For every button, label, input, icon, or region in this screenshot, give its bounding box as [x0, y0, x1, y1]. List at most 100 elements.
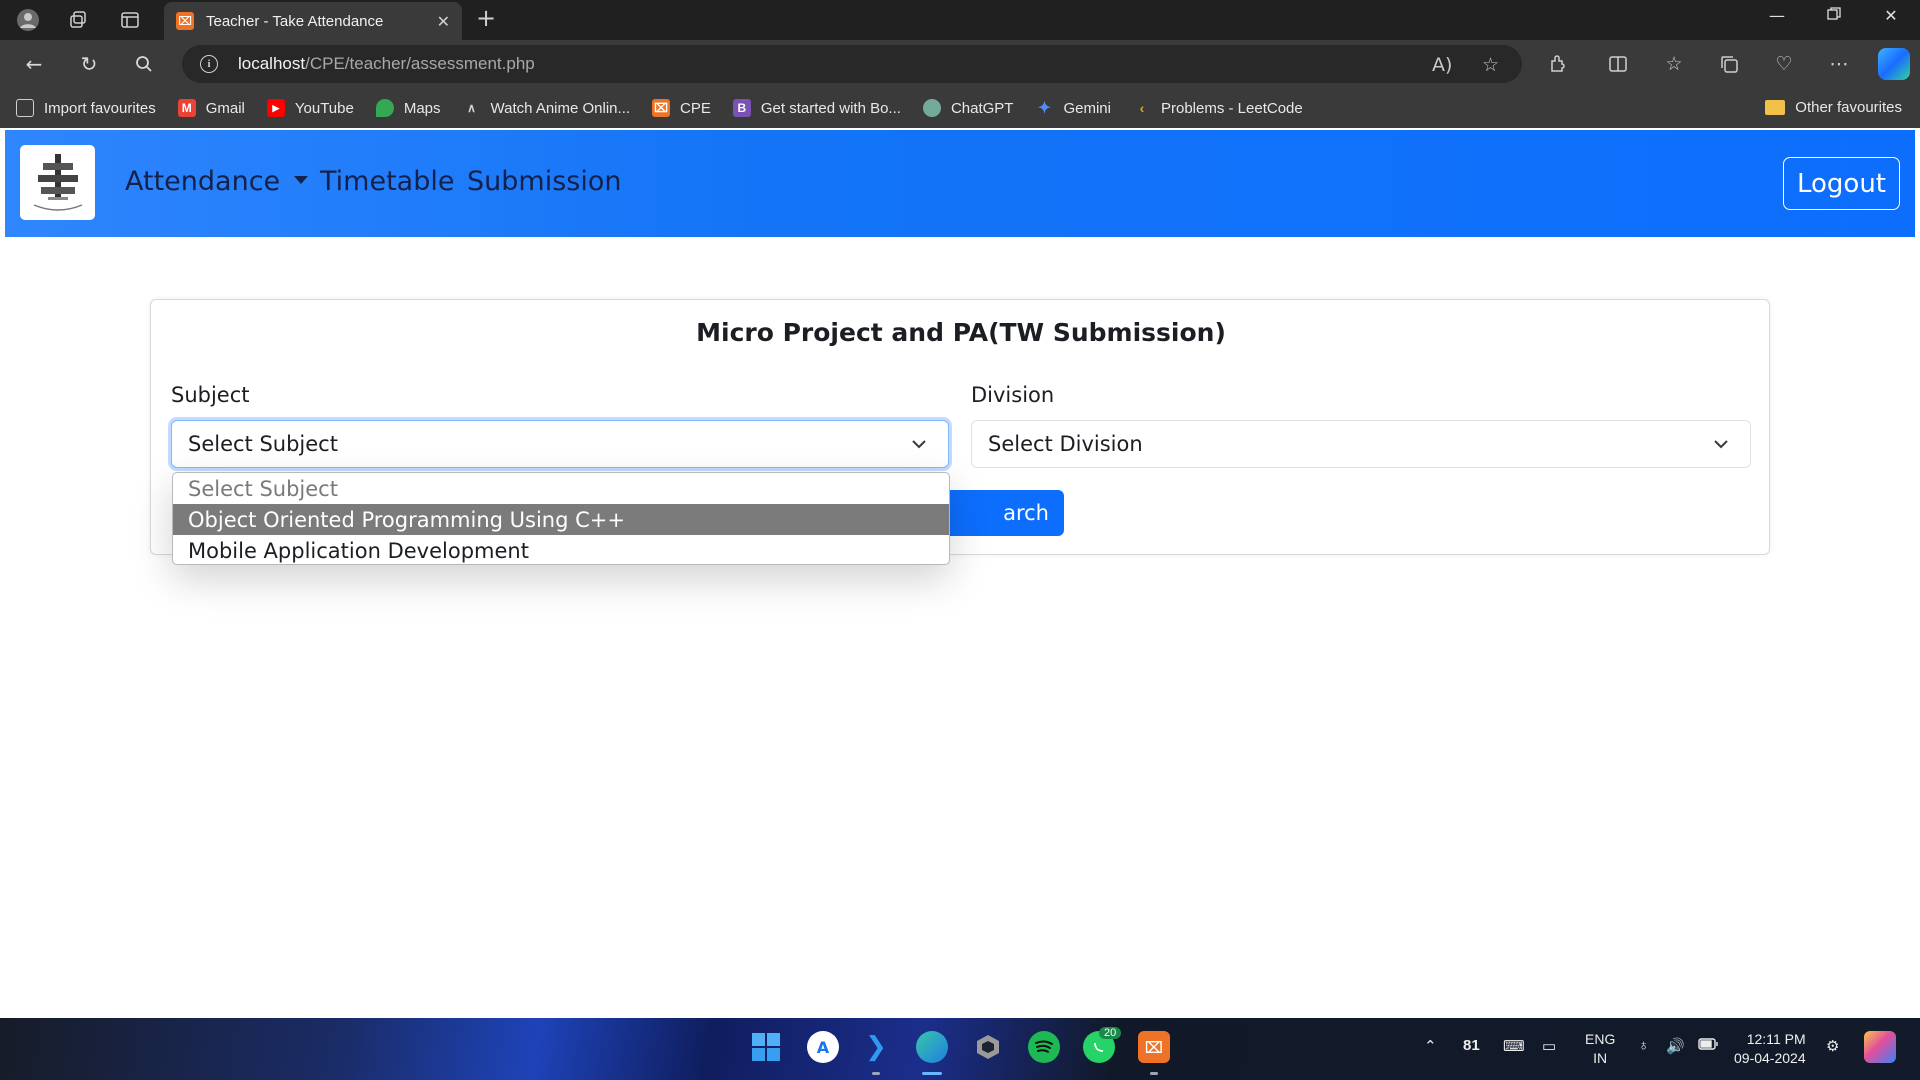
unity-icon[interactable]	[972, 1031, 1004, 1063]
app-store-icon[interactable]: A	[807, 1031, 839, 1063]
restore-icon[interactable]	[1820, 6, 1848, 25]
caret-down-icon	[294, 175, 309, 184]
clock-date: 09-04-2024	[1734, 1050, 1806, 1066]
volume-icon[interactable]: 🔊	[1666, 1037, 1685, 1055]
bookmark-cpe[interactable]: ⌧ CPE	[652, 99, 711, 117]
network-icon[interactable]: ♁	[1638, 1037, 1649, 1054]
search-button[interactable]: arch	[931, 490, 1064, 536]
tab-close-icon[interactable]: ✕	[437, 12, 450, 31]
more-menu-icon[interactable]: ⋯	[1825, 50, 1853, 78]
division-label: Division	[971, 383, 1055, 407]
subject-dropdown-list: Select Subject Object Oriented Programmi…	[172, 472, 950, 565]
bookmark-label: Gmail	[205, 99, 245, 117]
back-icon[interactable]: ←	[20, 50, 48, 78]
read-aloud-icon[interactable]: A)	[1432, 54, 1452, 76]
dropdown-option[interactable]: Select Subject	[173, 473, 949, 504]
bookmark-label: CPE	[680, 99, 711, 117]
bookmark-label: Watch Anime Onlin...	[490, 99, 631, 117]
favourite-star-icon[interactable]: ☆	[1482, 54, 1499, 76]
keyboard-icon[interactable]: ⌨	[1503, 1037, 1525, 1055]
bookmark-label: Maps	[403, 99, 441, 117]
leetcode-icon: ‹	[1139, 100, 1145, 116]
whatsapp-badge: 20	[1099, 1027, 1122, 1039]
chevron-down-icon	[912, 440, 926, 449]
windows-taskbar: A ❯ 20 ⌧ ⌃ 81 ⌨ ▭ ENG IN ♁ 🔊 12:11 PM 09…	[0, 1018, 1920, 1080]
bookmarks-bar: Import favourites M Gmail ▶ YouTube Maps ∧…	[0, 88, 1920, 128]
dropdown-option[interactable]: Mobile Application Development	[173, 535, 949, 564]
bookmark-label: Problems - LeetCode	[1160, 99, 1303, 117]
vscode-icon[interactable]: ❯	[860, 1031, 892, 1063]
division-select[interactable]: Select Division	[971, 420, 1751, 468]
display-icon[interactable]: ▭	[1542, 1037, 1556, 1055]
notification-settings-icon[interactable]: ⚙	[1826, 1037, 1839, 1055]
profile-avatar-icon[interactable]	[14, 6, 42, 34]
language-line1: ENG	[1585, 1031, 1616, 1047]
edge-active-indicator	[922, 1072, 942, 1075]
bookmark-label: Get started with Bo...	[760, 99, 901, 117]
gemini-icon: ✦	[1037, 100, 1052, 117]
tray-number[interactable]: 81	[1463, 1037, 1480, 1054]
site-info-icon[interactable]: i	[200, 55, 218, 73]
gmail-icon: M	[177, 99, 196, 117]
app-navbar: Attendance Timetable Submission Logout	[5, 130, 1915, 237]
language-indicator[interactable]: ENG IN	[1585, 1030, 1615, 1068]
refresh-icon[interactable]: ↻	[75, 50, 103, 78]
system-clock[interactable]: 12:11 PM 09-04-2024	[1734, 1030, 1806, 1068]
nav-attendance-dropdown[interactable]: Attendance	[125, 166, 309, 197]
show-hidden-icons-icon[interactable]: ⌃	[1424, 1037, 1437, 1055]
bookmark-import-favourites[interactable]: Import favourites	[16, 99, 156, 117]
nav-timetable[interactable]: Timetable	[320, 166, 454, 197]
split-screen-icon[interactable]	[1604, 50, 1632, 78]
xampp-favicon-icon: ⌧	[176, 12, 194, 30]
bookmark-label: Other favourites	[1795, 99, 1902, 116]
minimize-icon[interactable]: —	[1763, 6, 1791, 25]
import-icon	[16, 99, 34, 117]
bookmark-leetcode[interactable]: ‹ Problems - LeetCode	[1133, 99, 1303, 117]
bookmark-gmail[interactable]: M Gmail	[177, 99, 245, 117]
anime-icon: ∧	[467, 101, 476, 115]
card-title: Micro Project and PA(TW Submission)	[696, 318, 1226, 347]
vertical-tabs-icon[interactable]	[116, 6, 144, 34]
bookmark-label: ChatGPT	[950, 99, 1014, 117]
bookmark-maps[interactable]: Maps	[375, 99, 441, 117]
logout-button[interactable]: Logout	[1783, 157, 1900, 210]
search-icon[interactable]	[130, 50, 158, 78]
nav-submission[interactable]: Submission	[467, 166, 621, 197]
bookmark-chatgpt[interactable]: ChatGPT	[922, 99, 1014, 117]
bookmark-gemini[interactable]: ✦ Gemini	[1035, 99, 1111, 118]
windows-start-icon[interactable]	[750, 1031, 782, 1063]
url-host: localhost	[238, 54, 306, 73]
copilot-taskbar-icon[interactable]	[1864, 1031, 1896, 1063]
bookmark-other-favourites[interactable]: Other favourites	[1765, 99, 1902, 116]
close-window-icon[interactable]: ✕	[1877, 6, 1905, 25]
active-tab[interactable]: ⌧ Teacher - Take Attendance ✕	[164, 2, 462, 40]
extensions-icon[interactable]	[1544, 50, 1572, 78]
subject-select[interactable]: Select Subject	[171, 420, 949, 468]
battery-icon[interactable]	[1698, 1037, 1718, 1054]
chatgpt-icon	[922, 99, 941, 117]
browser-titlebar: ⌧ Teacher - Take Attendance ✕ + — ✕	[0, 0, 1920, 40]
spotify-icon[interactable]	[1028, 1031, 1060, 1063]
dropdown-option-highlighted[interactable]: Object Oriented Programming Using C++	[173, 504, 949, 535]
college-logo[interactable]	[20, 145, 95, 220]
browser-essentials-icon[interactable]: ♡	[1770, 50, 1798, 78]
favourites-icon[interactable]: ☆	[1660, 50, 1688, 78]
language-line2: IN	[1593, 1050, 1608, 1066]
youtube-icon: ▶	[266, 99, 285, 117]
workspaces-icon[interactable]	[64, 6, 92, 34]
bookmark-watch-anime[interactable]: ∧ Watch Anime Onlin...	[463, 99, 631, 117]
bookmark-bootstrap[interactable]: B Get started with Bo...	[732, 99, 901, 117]
edge-icon[interactable]	[916, 1031, 948, 1063]
bookmark-youtube[interactable]: ▶ YouTube	[266, 99, 354, 117]
address-bar[interactable]: i localhost/CPE/teacher/assessment.php A…	[182, 45, 1522, 83]
copilot-icon[interactable]	[1878, 48, 1910, 80]
bookmark-label: Gemini	[1063, 99, 1111, 117]
browser-toolbar: ← ↻ i localhost/CPE/teacher/assessment.p…	[0, 40, 1920, 88]
chevron-down-icon	[1714, 440, 1728, 449]
new-tab-icon[interactable]: +	[476, 4, 496, 32]
xampp-running-indicator	[1150, 1072, 1158, 1075]
web-page: Attendance Timetable Submission Logout M…	[5, 128, 1915, 1015]
bookmark-label: YouTube	[294, 99, 354, 117]
collections-icon[interactable]	[1715, 50, 1743, 78]
xampp-taskbar-icon[interactable]: ⌧	[1138, 1031, 1170, 1063]
